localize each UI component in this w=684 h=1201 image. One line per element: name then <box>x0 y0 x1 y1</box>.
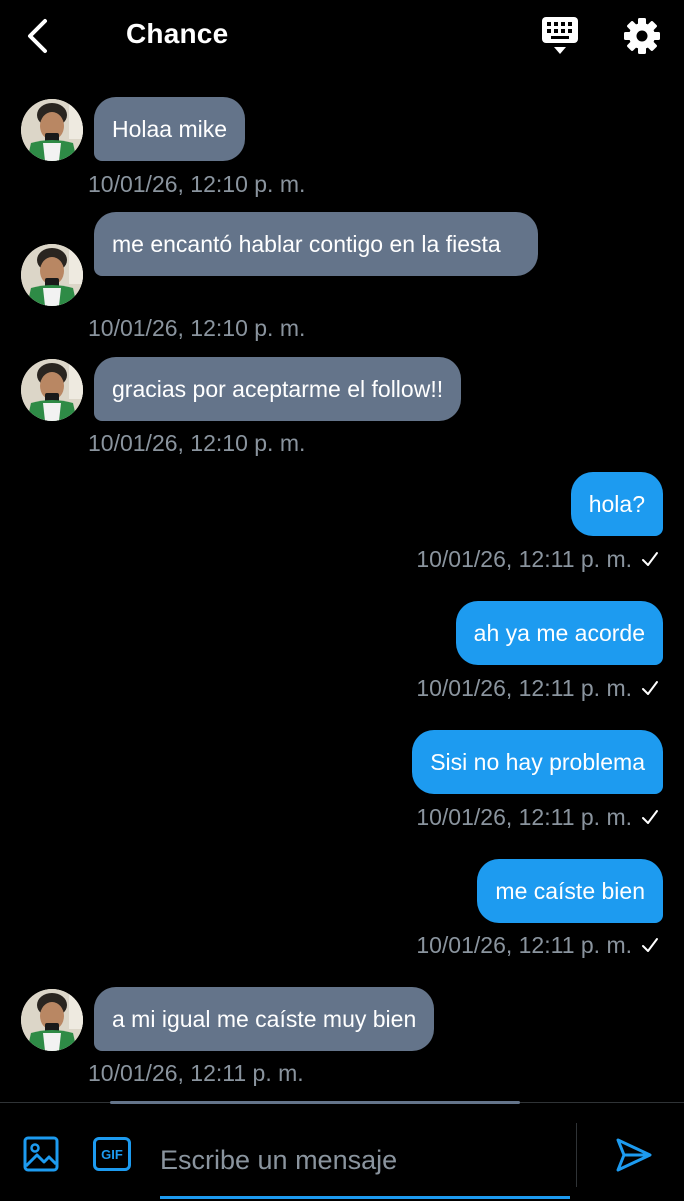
message-bubble[interactable]: gracias por aceptarme el follow!! <box>94 357 462 421</box>
settings-button[interactable] <box>618 12 666 60</box>
keyboard-icon <box>542 17 578 54</box>
gear-icon <box>624 18 660 54</box>
avatar[interactable] <box>21 99 83 161</box>
message-bubble[interactable]: hola? <box>570 472 663 536</box>
message-bubble[interactable]: Holaa mike <box>94 97 246 161</box>
avatar[interactable] <box>21 244 83 306</box>
gif-button[interactable]: GIF <box>93 1137 131 1171</box>
back-button[interactable] <box>18 14 58 58</box>
avatar-image <box>21 359 83 421</box>
check-icon <box>642 938 658 952</box>
message-timestamp: 10/01/26, 12:10 p. m. <box>88 315 306 341</box>
message-list[interactable]: Holaa mike 10/01/26, 12:10 p. m. me enca… <box>0 72 684 1102</box>
check-icon <box>642 552 658 566</box>
gif-icon: GIF <box>101 1146 123 1162</box>
avatar-image <box>21 989 83 1051</box>
message-bubble[interactable]: a mi igual me caíste muy bien <box>94 987 435 1051</box>
send-icon <box>616 1138 652 1172</box>
message-timestamp: 10/01/26, 12:11 p. m. <box>88 1060 304 1086</box>
message-bubble[interactable]: me caíste bien <box>477 859 663 923</box>
input-underline <box>160 1196 570 1199</box>
message-bubble[interactable]: me encantó hablar contigo en la fiesta <box>94 212 538 276</box>
check-icon <box>642 810 658 824</box>
chevron-left-icon <box>28 19 47 53</box>
send-button[interactable] <box>612 1133 656 1177</box>
message-timestamp: 10/01/26, 12:10 p. m. <box>88 430 306 456</box>
message-timestamp: 10/01/26, 12:11 p. m. <box>416 932 632 958</box>
message-timestamp: 10/01/26, 12:11 p. m. <box>416 546 632 572</box>
avatar-image <box>21 244 83 306</box>
add-image-button[interactable] <box>20 1133 62 1175</box>
message-composer: GIF <box>0 1101 684 1201</box>
partial-bubble <box>110 1101 520 1104</box>
message-timestamp: 10/01/26, 12:11 p. m. <box>416 804 632 830</box>
avatar-image <box>21 99 83 161</box>
avatar[interactable] <box>21 989 83 1051</box>
conversation-title[interactable]: Chance <box>126 18 228 50</box>
message-timestamp: 10/01/26, 12:11 p. m. <box>416 675 632 701</box>
message-input[interactable] <box>160 1125 570 1195</box>
check-icon <box>642 681 658 695</box>
avatar[interactable] <box>21 359 83 421</box>
keyboard-button[interactable] <box>536 14 584 58</box>
message-bubble[interactable]: Sisi no hay problema <box>412 730 663 794</box>
message-timestamp: 10/01/26, 12:10 p. m. <box>88 171 306 197</box>
image-icon <box>23 1136 59 1172</box>
divider <box>576 1123 577 1187</box>
chat-header: Chance <box>0 0 684 72</box>
message-bubble[interactable]: ah ya me acorde <box>455 601 663 665</box>
